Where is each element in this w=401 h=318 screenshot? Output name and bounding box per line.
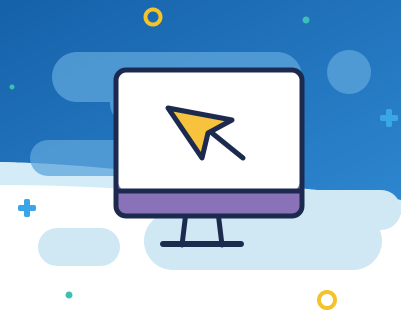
dot-icon	[302, 16, 310, 24]
monitor-stand-base	[160, 241, 244, 247]
ring-icon	[317, 290, 337, 310]
dot-icon	[65, 291, 73, 299]
dot-icon	[9, 84, 15, 90]
monitor-illustration	[0, 0, 401, 310]
plus-icon	[18, 199, 36, 217]
